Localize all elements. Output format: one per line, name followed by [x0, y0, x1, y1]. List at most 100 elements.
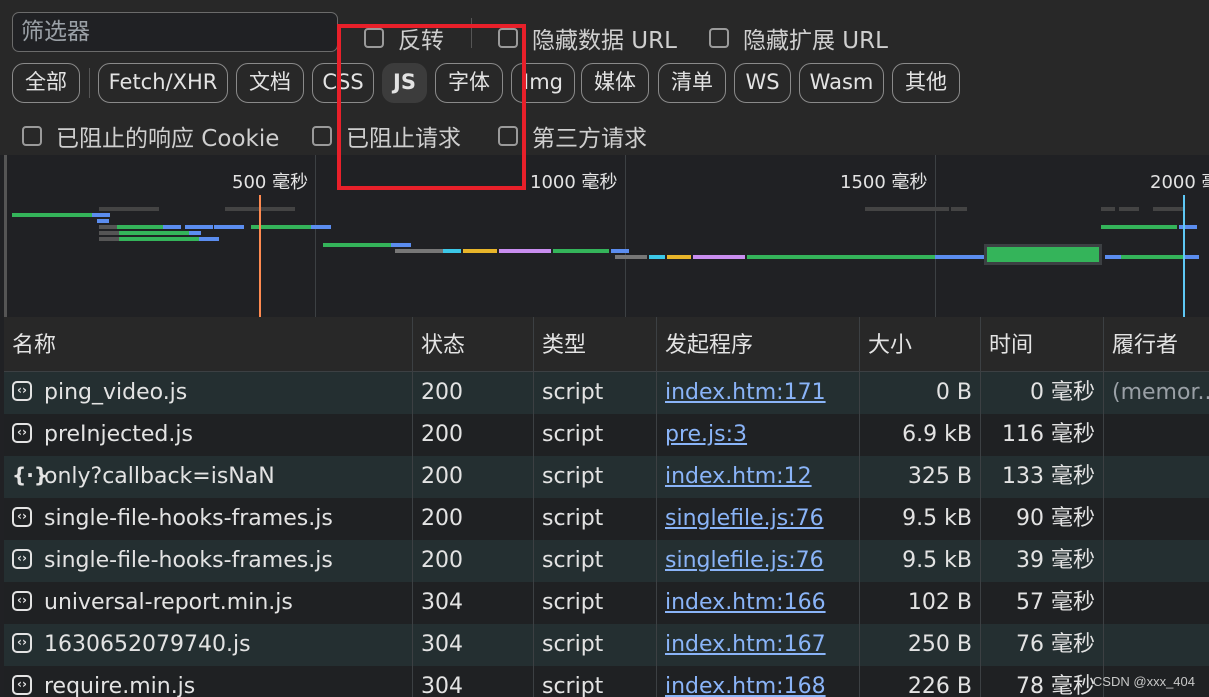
column-divider[interactable]: [533, 317, 534, 697]
column-header-initiator[interactable]: 发起程序: [657, 317, 859, 371]
type-cell: script: [534, 624, 656, 666]
column-divider[interactable]: [980, 317, 981, 697]
table-row[interactable]: {·}only?callback=isNaN 200 script index.htm…: [4, 456, 1209, 498]
initiator-cell[interactable]: singlefile.js:76: [657, 540, 859, 582]
filter-input[interactable]: 筛选器: [12, 12, 338, 52]
timeline-bar: [1105, 255, 1121, 259]
filter-chip-doc[interactable]: 文档: [236, 63, 304, 103]
initiator-text[interactable]: index.htm:166: [665, 590, 826, 615]
initiator-text[interactable]: index.htm:171: [665, 380, 826, 405]
initiator-cell[interactable]: index.htm:12: [657, 456, 859, 498]
status-text: 304: [421, 632, 463, 657]
column-header-name[interactable]: 名称: [4, 317, 412, 371]
filter-chip-other[interactable]: 其他: [892, 63, 960, 103]
initiator-cell[interactable]: pre.js:3: [657, 414, 859, 456]
tick-label: 1000 毫秒: [530, 172, 618, 193]
initiator-cell[interactable]: index.htm:166: [657, 582, 859, 624]
initiator-cell[interactable]: index.htm:171: [657, 372, 859, 414]
name-cell: ‹› single-file-hooks-frames.js: [4, 540, 412, 582]
type-cell: script: [534, 372, 656, 414]
timeline-bar: [747, 255, 935, 259]
initiator-cell[interactable]: singlefile.js:76: [657, 498, 859, 540]
initiator-text[interactable]: index.htm:12: [665, 464, 812, 489]
network-overview[interactable]: 500 毫秒 1000 毫秒 1500 毫秒 2000 毫秒: [4, 155, 1209, 317]
column-divider[interactable]: [412, 317, 413, 697]
initiator-text[interactable]: index.htm:168: [665, 674, 826, 697]
gridline: [315, 155, 316, 317]
selected-request-bar[interactable]: [984, 244, 1102, 265]
filter-chip-wasm[interactable]: Wasm: [799, 63, 884, 103]
timeline-bar: [499, 249, 551, 253]
blocked-cookies-checkbox[interactable]: 已阻止的响应 Cookie: [22, 119, 279, 153]
name-cell: ‹› preInjected.js: [4, 414, 412, 456]
column-divider[interactable]: [859, 317, 860, 697]
json-icon: {·}: [12, 463, 49, 487]
hide-extension-url-checkbox[interactable]: 隐藏扩展 URL: [709, 21, 888, 55]
size-cell: 226 B: [860, 666, 980, 697]
initiator-text[interactable]: pre.js:3: [665, 422, 747, 447]
name-cell: ‹› require.min.js: [4, 666, 412, 697]
time-text: 57 毫秒: [1016, 590, 1095, 615]
status-text: 304: [421, 590, 463, 615]
size-cell: 9.5 kB: [860, 498, 980, 540]
timeline-bar: [1121, 255, 1183, 259]
status-cell: 200: [413, 372, 533, 414]
script-icon: ‹›: [12, 549, 32, 569]
filter-chip-all[interactable]: 全部: [12, 63, 80, 103]
table-row[interactable]: ‹› universal-report.min.js 304 script index.…: [4, 582, 1209, 624]
size-cell: 250 B: [860, 624, 980, 666]
status-cell: 200: [413, 456, 533, 498]
timeline-bar: [443, 249, 461, 253]
filter-chip-fetch-xhr[interactable]: Fetch/XHR: [98, 63, 228, 103]
timeline-bar: [553, 249, 609, 253]
initiator-text[interactable]: singlefile.js:76: [665, 506, 824, 531]
filter-chip-ws[interactable]: WS: [734, 63, 791, 103]
checkbox-box[interactable]: [312, 126, 332, 146]
initiator-cell[interactable]: index.htm:168: [657, 666, 859, 697]
column-divider[interactable]: [656, 317, 657, 697]
script-icon: ‹›: [12, 633, 32, 653]
time-text: 78 毫秒: [1016, 674, 1095, 697]
fulfilled-text: (memor...: [1112, 380, 1209, 405]
timeline-bar: [649, 255, 665, 259]
column-header-type[interactable]: 类型: [534, 317, 656, 371]
size-text: 6.9 kB: [902, 422, 972, 447]
dom-content-loaded-marker: [259, 195, 261, 317]
column-header-fulfilled-by[interactable]: 履行者: [1104, 317, 1209, 371]
column-header-time[interactable]: 时间: [981, 317, 1103, 371]
column-header-size[interactable]: 大小: [860, 317, 980, 371]
size-text: 9.5 kB: [902, 506, 972, 531]
size-text: 102 B: [907, 590, 972, 615]
initiator-text[interactable]: index.htm:167: [665, 632, 826, 657]
checkbox-box[interactable]: [709, 28, 729, 48]
script-icon: ‹›: [12, 675, 32, 695]
column-header-status[interactable]: 状态: [413, 317, 533, 371]
name-cell: {·}only?callback=isNaN: [4, 456, 412, 498]
filter-chip-media[interactable]: 媒体: [581, 63, 649, 103]
table-row[interactable]: ‹› 1630652079740.js 304 script index.htm:167…: [4, 624, 1209, 666]
load-event-marker: [1183, 195, 1185, 317]
column-divider[interactable]: [1103, 317, 1104, 697]
time-text: 0 毫秒: [1030, 380, 1095, 405]
initiator-text[interactable]: singlefile.js:76: [665, 548, 824, 573]
type-text: script: [542, 506, 604, 531]
fulfilled-cell: (memor...: [1104, 372, 1209, 414]
table-row[interactable]: ‹› preInjected.js 200 script pre.js:3 6.9 kB 1…: [4, 414, 1209, 456]
checkbox-box[interactable]: [22, 126, 42, 146]
time-cell: 133 毫秒: [981, 456, 1103, 498]
size-cell: 6.9 kB: [860, 414, 980, 456]
type-text: script: [542, 380, 604, 405]
table-row[interactable]: ‹› require.min.js 304 script index.htm:168 22…: [4, 666, 1209, 697]
table-row[interactable]: ‹› single-file-hooks-frames.js 200 script si…: [4, 498, 1209, 540]
timeline-bar: [1153, 207, 1183, 211]
filter-chip-manifest[interactable]: 清单: [658, 63, 726, 103]
timeline-bar: [615, 255, 647, 259]
timeline-bar: [693, 255, 745, 259]
initiator-cell[interactable]: index.htm:167: [657, 624, 859, 666]
table-row[interactable]: ‹› single-file-hooks-frames.js 200 script si…: [4, 540, 1209, 582]
size-text: 226 B: [907, 674, 972, 697]
size-cell: 325 B: [860, 456, 980, 498]
type-text: script: [542, 674, 604, 697]
name-text: ping_video.js: [44, 380, 188, 405]
table-row[interactable]: ‹› ping_video.js 200 script index.htm:171 0 B…: [4, 372, 1209, 414]
